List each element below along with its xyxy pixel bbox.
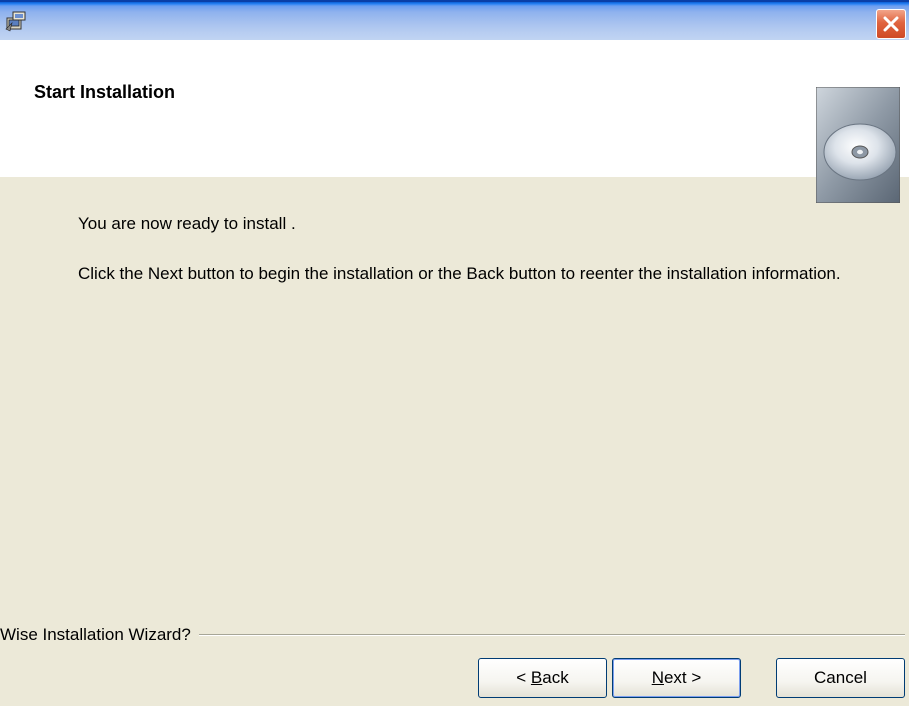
page-title: Start Installation — [34, 82, 176, 102]
back-button[interactable]: < Back — [478, 658, 607, 698]
installer-window: Start Installation You are now ready to … — [0, 0, 909, 706]
cd-disc-icon — [815, 86, 901, 204]
ready-message: You are now ready to install . — [78, 214, 296, 233]
back-mnemonic: B — [530, 668, 543, 687]
installer-icon — [4, 9, 28, 33]
next-rest: ext > — [663, 668, 702, 687]
cancel-button[interactable]: Cancel — [776, 658, 905, 698]
next-button[interactable]: Next > — [612, 658, 741, 698]
group-label: Wise Installation Wizard? — [0, 625, 199, 645]
title-bar[interactable] — [0, 0, 909, 40]
back-rest: ack — [542, 668, 569, 687]
instructions-message: Click the Next button to begin the insta… — [78, 264, 841, 283]
next-mnemonic: N — [651, 668, 664, 687]
close-button[interactable] — [876, 9, 906, 39]
back-prefix: < — [516, 668, 531, 687]
close-icon — [883, 16, 899, 32]
header-panel: Start Installation — [0, 40, 909, 204]
